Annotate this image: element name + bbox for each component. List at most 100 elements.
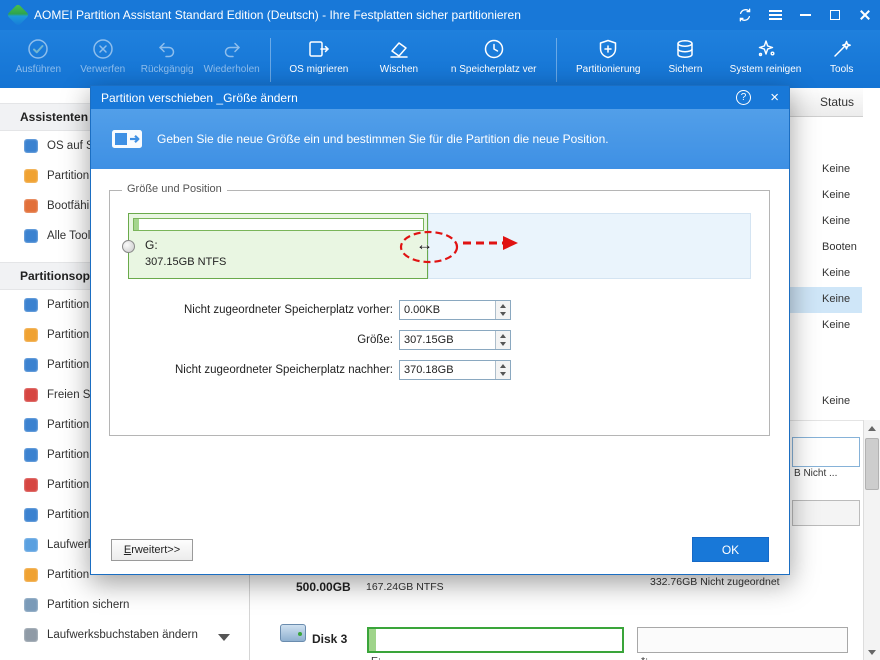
disk2-partition1-info: 167.24GB NTFS	[366, 581, 444, 593]
partition-box-label: B Nicht ...	[794, 468, 837, 479]
scroll-up-icon[interactable]	[864, 420, 880, 436]
menu-icon[interactable]	[760, 0, 790, 30]
dialog-titlebar: Partition verschieben _Größe ändern	[91, 86, 789, 109]
partition-segment-g[interactable]: G: 307.15GB NTFS	[128, 213, 428, 279]
migrate-os-button[interactable]: OS migrieren	[277, 35, 361, 85]
allocate-space-button[interactable]: n Speicherplatz ver	[437, 35, 550, 85]
dialog-help-button[interactable]: ?	[736, 90, 751, 105]
undo-arrow-icon	[155, 37, 179, 61]
sidebar-scroll-down-icon[interactable]	[218, 634, 230, 641]
space-after-input[interactable]: 370.18GB	[399, 360, 511, 380]
tools-button[interactable]: Tools	[813, 35, 870, 85]
delete-partition-icon	[24, 478, 38, 492]
scroll-down-icon[interactable]	[864, 644, 880, 660]
left-resize-handle[interactable]	[122, 240, 135, 253]
app-window: AOMEI Partition Assistant Standard Editi…	[0, 0, 880, 660]
ok-button[interactable]: OK	[692, 537, 769, 562]
size-label: Größe:	[121, 330, 393, 351]
toolbar: Ausführen Verwerfen Rückgängig Wiederhol…	[0, 30, 880, 88]
shield-icon	[596, 37, 620, 61]
space-before-label: Nicht zugeordneter Speicherplatz vorher:	[121, 300, 393, 321]
spinner-icon[interactable]	[495, 301, 510, 319]
scrollbar-thumb[interactable]	[865, 438, 879, 490]
quick-partition-icon	[24, 418, 38, 432]
dialog-subtitle: Geben Sie die neue Größe ein und bestimm…	[157, 132, 609, 146]
unallocated-segment	[428, 213, 751, 279]
space-after-label: Nicht zugeordneter Speicherplatz nachher…	[121, 360, 393, 381]
bootable-cd-icon	[24, 199, 38, 213]
used-space-strip	[369, 629, 376, 651]
titlebar: AOMEI Partition Assistant Standard Editi…	[0, 0, 880, 30]
backup-button[interactable]: Sichern	[653, 35, 717, 85]
merge-partition-icon	[24, 328, 38, 342]
drive-check-icon	[24, 538, 38, 552]
disk2-partition2-info: 332.76GB Nicht zugeordnet	[650, 576, 780, 588]
space-before-input[interactable]: 0.00KB	[399, 300, 511, 320]
disk3-partition-unallocated[interactable]	[637, 627, 848, 653]
migrate-os-icon	[307, 37, 331, 61]
refresh-icon[interactable]	[730, 0, 760, 30]
dialog-title: Partition verschieben _Größe ändern	[101, 91, 298, 105]
change-drive-letter-icon	[24, 628, 38, 642]
wipe-eraser-icon	[387, 37, 411, 61]
os-monitor-icon	[24, 139, 38, 153]
partition-wipe-icon	[24, 448, 38, 462]
toolbar-separator	[270, 38, 271, 82]
clone-disk-icon	[24, 169, 38, 183]
system-clean-button[interactable]: System reinigen	[718, 35, 814, 85]
clock-icon	[482, 37, 506, 61]
partition-bar: G: 307.15GB NTFS ↔	[128, 213, 751, 279]
format-partition-icon	[24, 508, 38, 522]
partition-box-partial[interactable]	[792, 437, 860, 467]
groupbox-label: Größe und Position	[122, 183, 227, 195]
disk2-capacity: 500.00GB	[296, 580, 351, 594]
window-title: AOMEI Partition Assistant Standard Editi…	[34, 8, 521, 22]
magic-wand-icon	[830, 37, 854, 61]
sidebar-item-laufwerksbuchstaben-aendern[interactable]: Laufwerksbuchstaben ändern	[0, 620, 249, 650]
form-row: Nicht zugeordneter Speicherplatz vorher:…	[91, 300, 789, 322]
column-status: Status	[820, 88, 854, 116]
advanced-button[interactable]: Erweitert>>	[111, 539, 193, 561]
resize-move-partition-dialog: Partition verschieben _Größe ändern ? × …	[90, 85, 790, 575]
spinner-icon[interactable]	[495, 361, 510, 379]
disk3-name: Disk 3	[312, 632, 347, 646]
partition-name: G:	[145, 238, 158, 252]
disk3-drive-icon	[280, 624, 306, 642]
spinner-icon[interactable]	[495, 331, 510, 349]
redo-button[interactable]: Wiederholen	[199, 35, 263, 85]
all-tools-grid-icon	[24, 229, 38, 243]
sidebar-item-partition-sichern[interactable]: Partition sichern	[0, 590, 249, 620]
backup-partition-icon	[24, 598, 38, 612]
sparkle-icon	[754, 37, 778, 61]
resize-partition-badge-icon	[109, 121, 145, 157]
wipe-button[interactable]: Wischen	[361, 35, 437, 85]
partition-label-icon	[24, 568, 38, 582]
partition-box-partial-2[interactable]	[792, 500, 860, 526]
maximize-button[interactable]	[820, 0, 850, 30]
resize-cursor-icon[interactable]: ↔	[416, 235, 433, 255]
disk3-partition-e[interactable]	[367, 627, 624, 653]
redo-arrow-icon	[220, 37, 244, 61]
toolbar-separator	[556, 38, 557, 82]
size-input[interactable]: 307.15GB	[399, 330, 511, 350]
x-circle-icon	[91, 37, 115, 61]
resize-partition-icon	[24, 298, 38, 312]
undo-button[interactable]: Rückgängig	[135, 35, 199, 85]
dialog-close-button[interactable]: ×	[770, 88, 779, 107]
partitioning-button[interactable]: Partitionierung	[563, 35, 653, 85]
apply-button[interactable]: Ausführen	[6, 35, 70, 85]
aomei-logo	[7, 4, 30, 27]
partition-info: 307.15GB NTFS	[145, 256, 226, 268]
vertical-scrollbar[interactable]	[863, 420, 880, 660]
checkmark-circle-icon	[26, 37, 50, 61]
form-row: Größe: 307.15GB	[91, 330, 789, 352]
disk3-partition-e-label: E:	[371, 655, 381, 660]
allocate-free-space-icon	[24, 388, 38, 402]
discard-button[interactable]: Verwerfen	[70, 35, 134, 85]
used-space-bar	[133, 218, 424, 231]
minimize-button[interactable]	[790, 0, 820, 30]
disk3-partition-star-label: *:	[641, 655, 648, 660]
dialog-header-band: Geben Sie die neue Größe ein und bestimm…	[91, 109, 789, 169]
form-row: Nicht zugeordneter Speicherplatz nachher…	[91, 360, 789, 382]
close-button[interactable]	[850, 0, 880, 30]
